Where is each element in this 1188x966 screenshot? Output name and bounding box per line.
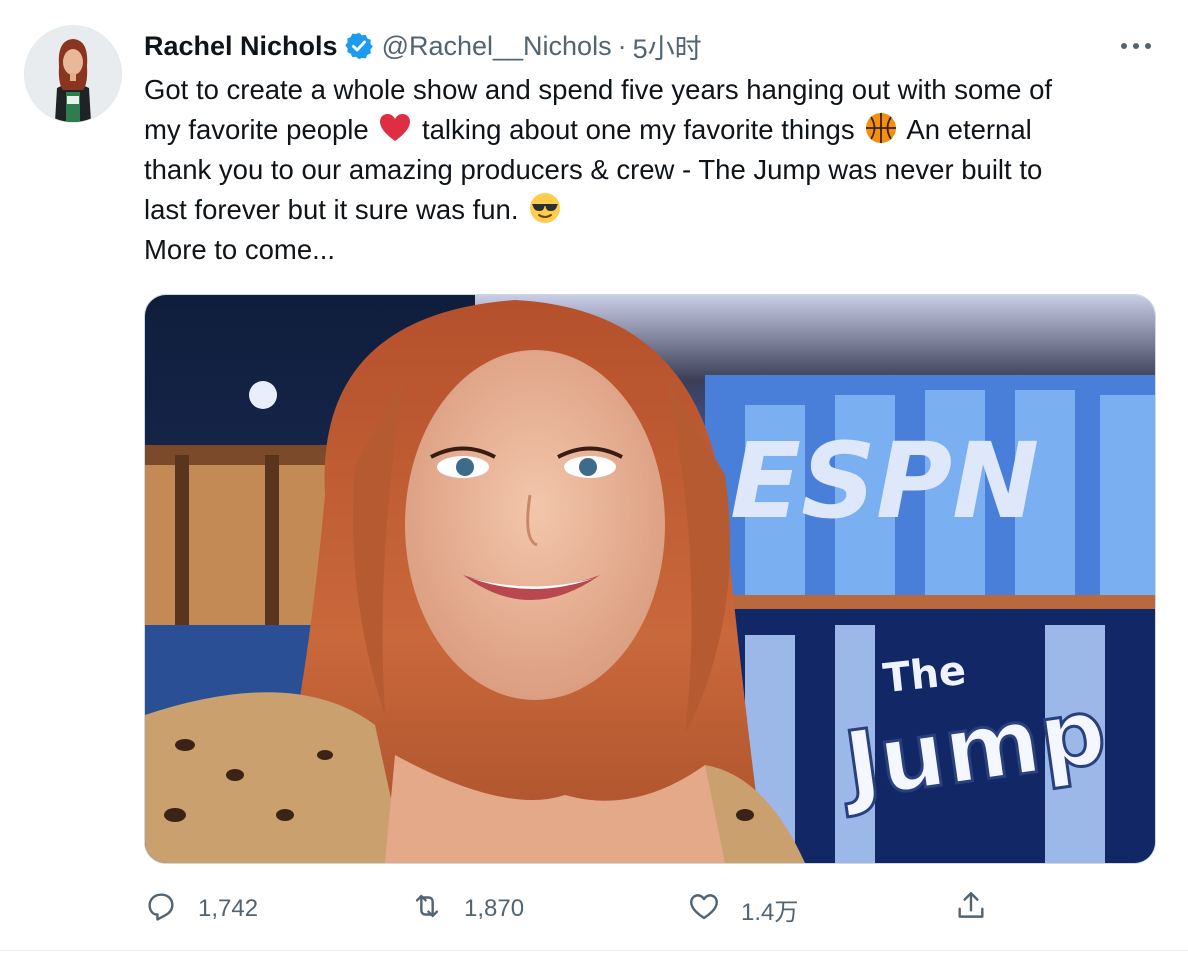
share-icon [954,889,988,930]
avatar[interactable] [24,25,122,123]
tweet-text-segment: talking about one my favorite things [421,114,855,145]
tweet-text-line: Got to create a whole show and spend fiv… [144,70,1164,110]
like-button[interactable]: 1.4万 [687,886,798,932]
photo-image: ESPN The Jump [145,295,1155,863]
tweet-timestamp[interactable]: 5小时 [633,27,702,66]
share-button[interactable] [954,886,1008,932]
sunglasses-face-icon [528,191,562,225]
show-title-small: The [881,648,968,702]
retweet-button[interactable]: 1,870 [410,886,524,932]
tweet-text-line: last forever but it sure was fun. [144,190,1164,230]
red-heart-icon [378,111,412,145]
author-handle[interactable]: @Rachel__Nichols [382,31,612,62]
tweet-text-line: my favorite people talking about one my … [144,110,1164,150]
tweet-actions: 1,742 1,870 1.4万 [144,886,1154,932]
reply-icon [144,889,178,930]
tweet-text-segment: last forever but it sure was fun. [144,194,519,225]
tweet-text-segment: An eternal [906,114,1032,145]
header-separator: · [617,30,627,61]
reply-button[interactable]: 1,742 [144,886,258,932]
reply-count: 1,742 [198,895,259,922]
tweet-text: Got to create a whole show and spend fiv… [144,70,1164,270]
tweet[interactable]: Rachel Nichols @Rachel__Nichols · 5小时 Go… [0,0,1188,966]
heart-icon [687,889,721,930]
divider [0,950,1188,951]
basketball-icon [864,111,898,145]
like-count: 1.4万 [741,898,799,926]
verified-badge-icon [344,31,374,61]
retweet-count: 1,870 [464,895,525,922]
author-name[interactable]: Rachel Nichols [144,31,338,62]
avatar-image [25,26,121,122]
tweet-header: Rachel Nichols @Rachel__Nichols · 5小时 [144,26,702,66]
tweet-text-segment: Got to create a whole show and spend fiv… [144,74,1053,105]
more-options-icon[interactable] [1116,34,1156,58]
retweet-icon [410,889,444,930]
espn-logo: ESPN [730,420,1039,542]
tweet-text-line: thank you to our amazing producers & cre… [144,150,1164,190]
tweet-photo[interactable]: ESPN The Jump [144,294,1156,864]
tweet-text-segment: thank you to our amazing producers & cre… [144,154,1043,185]
tweet-text-line: More to come... [144,230,1164,270]
tweet-text-segment: More to come... [144,234,336,265]
tweet-text-segment: my favorite people [144,114,369,145]
